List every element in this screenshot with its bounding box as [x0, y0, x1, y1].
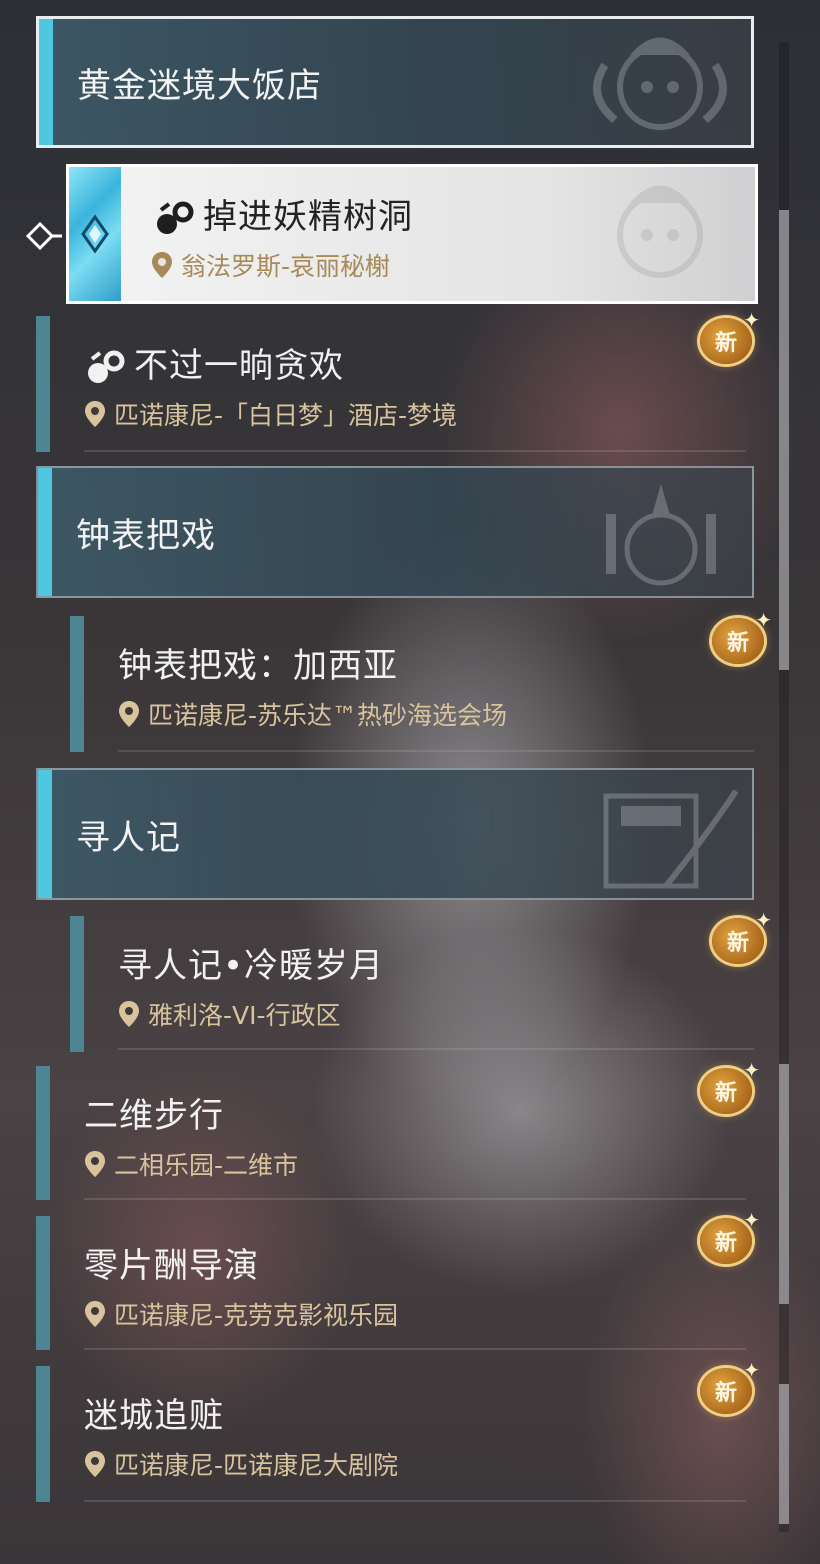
quest-accent-bar [70, 616, 84, 752]
quill-document-emblem-icon [603, 789, 739, 889]
new-badge: 新 ✦ [706, 608, 772, 668]
quest-location: 匹诺康尼-克劳克影视乐园 [84, 1296, 398, 1332]
divider [84, 1348, 746, 1350]
quest-name: 不过一晌贪欢 [134, 346, 344, 386]
scrollbar-segment [779, 1064, 789, 1304]
new-badge: 新 ✦ [694, 308, 760, 368]
quest-list-item[interactable]: 零片酬导演 匹诺康尼-克劳克影视乐园 新 ✦ [36, 1208, 760, 1356]
scrollbar-segment [779, 1384, 789, 1524]
group-header-clockwork-trick[interactable]: 钟表把戏 [36, 466, 754, 598]
group-header-finding-people[interactable]: 寻人记 [36, 768, 754, 900]
new-badge: 新 ✦ [706, 908, 772, 968]
location-pin-icon [85, 1151, 105, 1177]
quest-name: 掉进妖精树洞 [203, 197, 413, 237]
quest-name: 迷城追赃 [84, 1396, 224, 1436]
quest-name: 零片酬导演 [84, 1246, 259, 1286]
group-title: 寻人记 [76, 817, 181, 858]
quest-accent-bar [70, 916, 84, 1052]
quest-title-row: 掉进妖精树洞 [153, 189, 413, 240]
quest-accent-bar [36, 1216, 50, 1350]
group-title: 黄金迷境大饭店 [77, 65, 322, 106]
quest-name: 二维步行 [84, 1096, 224, 1136]
divider [118, 750, 754, 752]
divider [84, 450, 746, 452]
quest-name: 寻人记•冷暖岁月 [118, 946, 385, 986]
quest-list-item[interactable]: 二维步行 二相乐园-二维市 新 ✦ [36, 1058, 760, 1206]
group-accent-bar [38, 770, 52, 898]
quest-card-selected[interactable]: 掉进妖精树洞 翁法罗斯-哀丽秘榭 [66, 164, 758, 304]
quest-location: 翁法罗斯-哀丽秘榭 [151, 247, 390, 283]
new-badge: 新 ✦ [694, 1358, 760, 1418]
location-pin-icon [119, 1001, 139, 1027]
divider [84, 1198, 746, 1200]
new-badge: 新 ✦ [694, 1058, 760, 1118]
group-title: 钟表把戏 [76, 515, 216, 556]
chef-emblem-icon [593, 37, 727, 130]
quest-location: 雅利洛-VI-行政区 [118, 996, 341, 1032]
quest-accent-bar [36, 1366, 50, 1502]
companion-quest-icon [157, 201, 194, 234]
quest-list-item[interactable]: 不过一晌贪欢 匹诺康尼-「白日梦」酒店-梦境 新 ✦ [36, 308, 760, 456]
location-pin-icon [119, 701, 139, 727]
divider [118, 1048, 754, 1050]
quest-name: 钟表把戏：加西亚 [118, 646, 398, 686]
quest-location: 匹诺康尼-匹诺康尼大剧院 [84, 1446, 398, 1482]
location-pin-icon [85, 401, 105, 427]
quest-list-item[interactable]: 钟表把戏：加西亚 匹诺康尼-苏乐达™热砂海选会场 新 ✦ [70, 608, 772, 756]
quest-location: 匹诺康尼-苏乐达™热砂海选会场 [118, 696, 507, 732]
quest-list-item[interactable]: 寻人记•冷暖岁月 雅利洛-VI-行政区 新 ✦ [70, 908, 772, 1056]
group-accent-bar [39, 19, 53, 145]
quest-location: 匹诺康尼-「白日梦」酒店-梦境 [84, 396, 457, 432]
companion-quest-icon [88, 350, 125, 383]
quest-accent-bar [36, 1066, 50, 1200]
selected-diamond-icon [69, 167, 121, 301]
quest-location: 二相乐园-二维市 [84, 1146, 298, 1182]
divider [84, 1500, 746, 1502]
location-pin-icon [85, 1451, 105, 1477]
group-accent-bar [38, 468, 52, 596]
chef-emblem-icon [617, 185, 703, 278]
group-header-golden-dreamscape-hotel[interactable]: 黄金迷境大饭店 [36, 16, 754, 148]
quest-list-item[interactable]: 迷城追赃 匹诺康尼-匹诺康尼大剧院 新 ✦ [36, 1358, 760, 1506]
location-pin-icon [152, 252, 172, 278]
clockwork-emblem-icon [606, 484, 716, 586]
quest-title-row: 不过一晌贪欢 [84, 338, 344, 389]
location-pin-icon [85, 1301, 105, 1327]
new-badge: 新 ✦ [694, 1208, 760, 1268]
selection-pointer-icon [25, 221, 62, 251]
scrollbar-thumb[interactable] [779, 210, 789, 670]
quest-accent-bar [36, 316, 50, 452]
